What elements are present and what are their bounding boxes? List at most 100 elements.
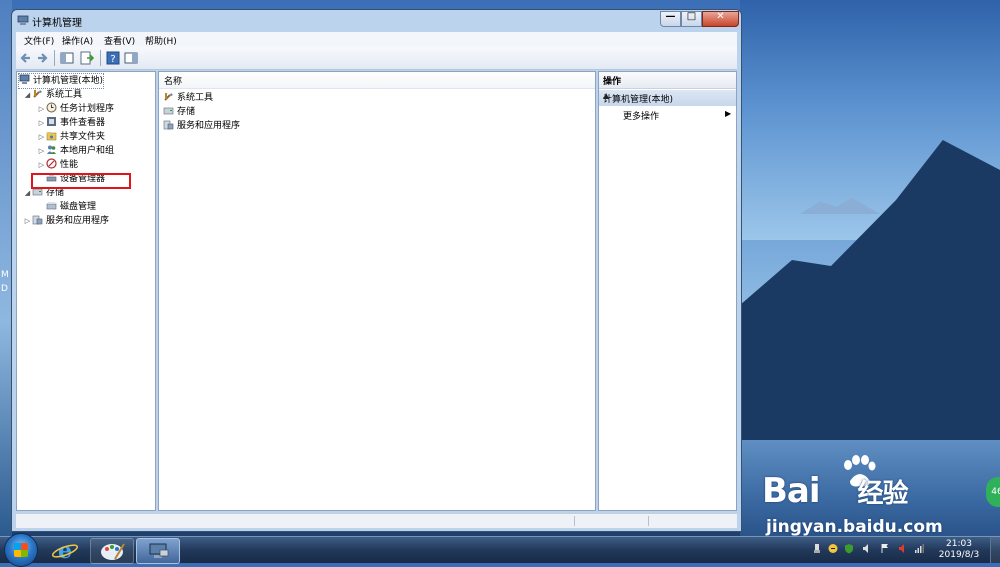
export-list-icon[interactable] bbox=[79, 50, 95, 66]
security-shield-icon[interactable] bbox=[844, 543, 854, 554]
desktop-edge-text-2: D bbox=[1, 284, 8, 294]
speaker-small-icon[interactable] bbox=[862, 543, 872, 554]
maximize-icon: □ bbox=[686, 11, 697, 22]
shared-folder-icon bbox=[46, 132, 57, 141]
show-hide-tree-icon[interactable] bbox=[59, 50, 75, 66]
tree-label: 本地用户和组 bbox=[60, 146, 115, 156]
tree-root-computer-management[interactable]: 计算机管理(本地) bbox=[17, 73, 105, 89]
column-header-label: 名称 bbox=[164, 77, 183, 87]
baidu-watermark: Bai 经验 jingyan.baidu.com 46 bbox=[752, 455, 1000, 537]
actions-pane: 操作 计算机管理(本地) ▲ 更多操作 ▶ bbox=[598, 71, 737, 511]
clock-time: 21:03 bbox=[946, 539, 972, 549]
tree-item-system-tools[interactable]: ◢ 系统工具 bbox=[23, 88, 82, 102]
tree-item-disk-management[interactable]: 磁盘管理 bbox=[46, 200, 96, 214]
storage-icon bbox=[163, 107, 174, 115]
users-icon bbox=[47, 145, 56, 154]
windows-logo-icon bbox=[14, 543, 28, 557]
tray-clock[interactable]: 21:03 2019/8/3 bbox=[934, 539, 984, 561]
list-item[interactable]: 存储 bbox=[163, 105, 195, 119]
list-item-label: 服务和应用程序 bbox=[177, 121, 241, 131]
name-column-header[interactable]: 名称 bbox=[159, 72, 595, 89]
tools-icon bbox=[33, 90, 42, 98]
minimize-icon: — bbox=[665, 11, 676, 22]
tree-label: 系统工具 bbox=[46, 90, 83, 100]
tree-label: 事件查看器 bbox=[60, 118, 106, 128]
tree-item-performance[interactable]: ▷ 性能 bbox=[37, 158, 78, 172]
clock-icon bbox=[46, 102, 57, 113]
back-arrow-icon[interactable] bbox=[18, 50, 34, 66]
collapse-up-icon[interactable]: ▲ bbox=[603, 91, 731, 100]
expand-arrow-icon[interactable]: ▷ bbox=[37, 130, 46, 144]
menu-help[interactable]: 帮助(H) bbox=[145, 34, 177, 47]
tree-item-event-viewer[interactable]: ▷ 事件查看器 bbox=[37, 116, 105, 130]
action-center-flag-icon[interactable] bbox=[880, 543, 890, 554]
volume-muted-icon[interactable] bbox=[898, 543, 908, 554]
paint-icon bbox=[101, 543, 125, 560]
menu-view[interactable]: 查看(V) bbox=[104, 34, 135, 47]
expand-arrow-icon[interactable]: ▷ bbox=[37, 102, 46, 116]
expand-arrow-icon[interactable]: ▷ bbox=[37, 144, 46, 158]
status-bar bbox=[16, 513, 737, 528]
event-viewer-icon bbox=[47, 117, 56, 126]
tree-root-label: 计算机管理(本地) bbox=[33, 76, 104, 86]
title-bar[interactable]: 计算机管理 — □ ✕ bbox=[12, 10, 741, 30]
expand-arrow-icon[interactable]: ▷ bbox=[23, 214, 32, 228]
status-divider bbox=[648, 516, 649, 526]
tree-item-services-apps[interactable]: ▷ 服务和应用程序 bbox=[23, 214, 109, 228]
close-button[interactable]: ✕ bbox=[702, 11, 739, 27]
expand-arrow-icon[interactable]: ▷ bbox=[37, 158, 46, 172]
actions-header: 操作 bbox=[599, 72, 736, 89]
taskbar: e 21:03 2019/8/3 bbox=[0, 533, 1000, 567]
tree-item-task-scheduler[interactable]: ▷ 任务计划程序 bbox=[37, 102, 114, 116]
network-signal-icon[interactable] bbox=[914, 543, 924, 554]
list-item-label: 存储 bbox=[177, 107, 196, 117]
side-badge[interactable]: 46 bbox=[986, 477, 1000, 507]
expand-arrow-icon[interactable]: ▷ bbox=[37, 116, 46, 130]
disk-management-icon bbox=[46, 202, 57, 210]
list-item-label: 系统工具 bbox=[177, 93, 214, 103]
watermark-url: jingyan.baidu.com bbox=[766, 517, 943, 537]
close-icon: ✕ bbox=[716, 11, 725, 22]
actions-header-label: 操作 bbox=[603, 77, 622, 87]
services-icon bbox=[32, 215, 43, 225]
watermark-brand: Bai 经验 bbox=[762, 471, 909, 511]
menu-action[interactable]: 操作(A) bbox=[62, 34, 93, 47]
forward-arrow-icon[interactable] bbox=[34, 50, 50, 66]
menu-bar: 文件(F) 操作(A) 查看(V) 帮助(H) bbox=[16, 32, 737, 47]
toolbar-separator bbox=[54, 50, 55, 66]
submenu-arrow-icon[interactable]: ▶ bbox=[725, 109, 731, 118]
actions-section-computer-management[interactable]: 计算机管理(本地) ▲ bbox=[599, 90, 736, 106]
tree-label: 服务和应用程序 bbox=[46, 216, 110, 226]
maximize-button[interactable]: □ bbox=[681, 11, 702, 27]
console-tree-pane: 计算机管理(本地) ◢ 系统工具 ▷ 任务计划程序 ▷ 事件查看器 ▷ 共享文件夹 ▷ 本… bbox=[16, 71, 156, 511]
performance-icon bbox=[46, 158, 57, 169]
tree-item-local-users[interactable]: ▷ 本地用户和组 bbox=[37, 144, 114, 158]
toolbar: ? bbox=[16, 47, 737, 70]
update-icon[interactable] bbox=[828, 543, 838, 554]
computer-management-window: 计算机管理 — □ ✕ 文件(F) 操作(A) 查看(V) 帮助(H) ? 计算… bbox=[11, 9, 742, 532]
window-title: 计算机管理 bbox=[32, 18, 82, 29]
computer-management-icon bbox=[17, 15, 29, 25]
tree-item-shared-folders[interactable]: ▷ 共享文件夹 bbox=[37, 130, 105, 144]
taskbar-internet-explorer[interactable]: e bbox=[44, 538, 86, 564]
device-manager-highlight-box bbox=[31, 173, 131, 189]
properties-pane-icon[interactable] bbox=[123, 50, 139, 66]
svg-text:?: ? bbox=[110, 54, 115, 65]
help-icon[interactable]: ? bbox=[105, 50, 121, 66]
minimize-button[interactable]: — bbox=[660, 11, 681, 27]
taskbar-paint[interactable] bbox=[90, 538, 134, 564]
taskbar-computer-management[interactable] bbox=[136, 538, 180, 564]
menu-file[interactable]: 文件(F) bbox=[24, 34, 54, 47]
usb-device-icon[interactable] bbox=[812, 543, 822, 554]
tree-label: 磁盘管理 bbox=[60, 202, 97, 212]
clock-date: 2019/8/3 bbox=[938, 550, 980, 560]
show-desktop-button[interactable] bbox=[990, 537, 1000, 563]
more-actions-link[interactable]: 更多操作 bbox=[623, 109, 659, 122]
collapse-arrow-icon[interactable]: ◢ bbox=[23, 88, 32, 102]
tree-label: 共享文件夹 bbox=[60, 132, 106, 142]
list-item[interactable]: 系统工具 bbox=[163, 91, 213, 105]
computer-management-icon bbox=[149, 543, 169, 558]
tree-label: 存储 bbox=[46, 188, 65, 198]
watermark-brand-text: Bai bbox=[762, 471, 821, 511]
list-item[interactable]: 服务和应用程序 bbox=[163, 119, 240, 133]
